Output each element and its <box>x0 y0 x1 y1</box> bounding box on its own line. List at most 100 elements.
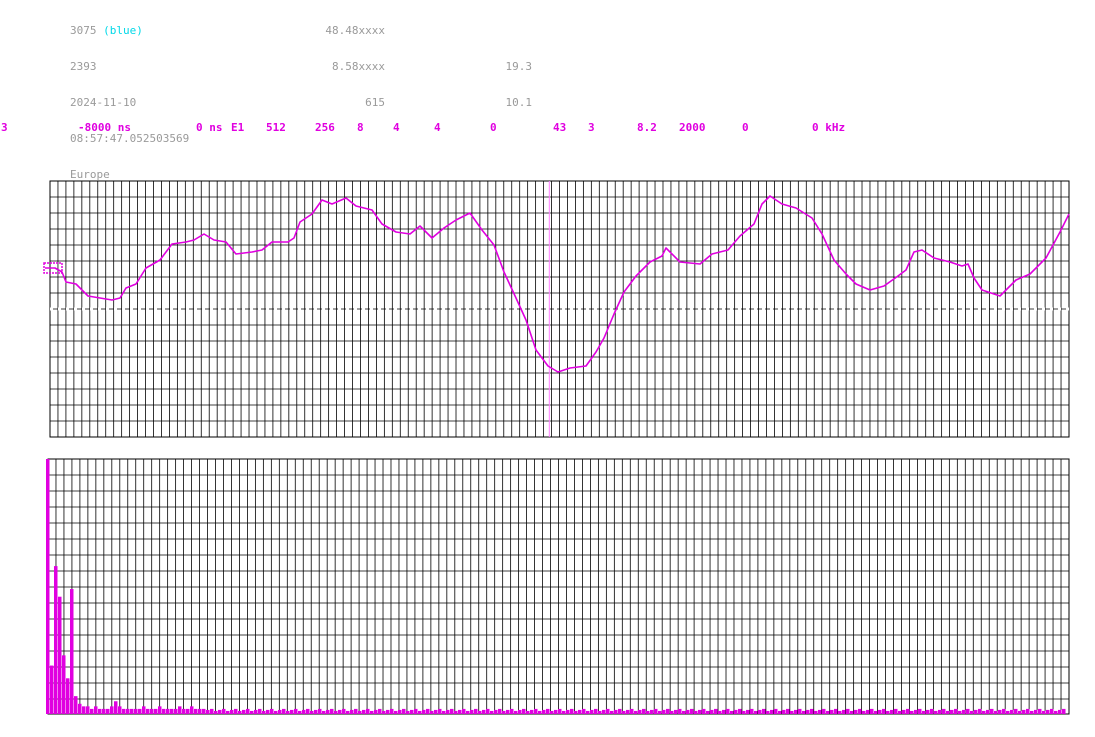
spectrum-bar <box>54 566 58 714</box>
spectrum-bar <box>838 710 842 714</box>
spectrum-bar <box>50 665 54 714</box>
spectrum-bar <box>314 709 318 714</box>
spectrum-bar <box>294 708 298 714</box>
spectrum-bar <box>426 708 430 714</box>
spectrum-bar <box>242 709 246 714</box>
spectrum-bar <box>722 709 726 714</box>
spectrum-bar <box>1058 709 1062 714</box>
spectrum-bar <box>1046 709 1050 714</box>
spectrum-bar <box>770 709 774 714</box>
spectrum-bar <box>1022 709 1026 714</box>
spectrum-bar <box>202 708 206 714</box>
spectrum-bar <box>1054 710 1058 714</box>
spectrum-bar <box>410 709 414 714</box>
spectrum-bar <box>518 709 522 714</box>
spectrum-bar <box>818 709 822 714</box>
spectrum-bar <box>898 710 902 714</box>
spectrum-bar <box>1042 710 1046 714</box>
spectrum-bar <box>378 708 382 714</box>
spectrum-bar <box>706 710 710 714</box>
spectrum-bar <box>966 708 970 714</box>
spectrum-bar <box>90 708 94 714</box>
spectrum-bar <box>398 709 402 714</box>
spectrum-bar <box>446 709 450 714</box>
spectrum-bar <box>238 710 242 714</box>
spectrum-bar <box>602 709 606 714</box>
spectrum-bar <box>942 708 946 714</box>
spectrum-bar <box>118 706 122 714</box>
spectrum-bar <box>198 708 202 714</box>
spectrum-bar <box>998 709 1002 714</box>
spectrum-bar <box>258 708 262 714</box>
spectrum-bar <box>78 703 82 714</box>
spectrum-bar <box>286 710 290 714</box>
spectrum-bar <box>534 708 538 714</box>
spectrum-bar <box>1062 708 1066 714</box>
spectrum-bar <box>806 709 810 714</box>
spectrum-bar <box>210 708 214 714</box>
spectrum-bar <box>910 710 914 714</box>
spectrum-bar <box>310 710 314 714</box>
spectrum-bar <box>854 709 858 714</box>
spectrum-bar <box>226 710 230 714</box>
spectrum-bar <box>222 708 226 714</box>
spectrum-bar <box>454 710 458 714</box>
spectrum-bar <box>538 710 542 714</box>
spectrum-bar <box>710 709 714 714</box>
spectrum-bar <box>422 709 426 714</box>
spectrum-bar <box>654 708 658 714</box>
spectrum-bar <box>634 710 638 714</box>
spectrum-bar <box>86 706 90 714</box>
spectrum-bar <box>1030 710 1034 714</box>
spectrum-bar <box>758 709 762 714</box>
spectrum-bar <box>182 708 186 714</box>
spectrum-bar <box>782 709 786 714</box>
spectrum-bar <box>630 708 634 714</box>
spectrum-bar <box>102 708 106 714</box>
spectrum-bar <box>550 710 554 714</box>
spectrum-bar <box>514 710 518 714</box>
spectrum-bar <box>1026 708 1030 714</box>
spectrum-bar <box>174 708 178 714</box>
spectrum-bar <box>734 709 738 714</box>
spectrum-bar <box>306 708 310 714</box>
spectrum-bar <box>746 709 750 714</box>
spectrum-bar <box>466 710 470 714</box>
spectrum-bar <box>790 710 794 714</box>
spectrum-bar <box>526 710 530 714</box>
spectrum-bar <box>194 708 198 714</box>
spectrum-bar <box>266 709 270 714</box>
spectrum-bar <box>394 710 398 714</box>
spectrum-bar <box>342 708 346 714</box>
spectrum-bar <box>890 709 894 714</box>
spectrum-bar <box>458 709 462 714</box>
spectrum-bar <box>438 708 442 714</box>
spectrum-bar <box>522 708 526 714</box>
spectrum-bar <box>474 708 478 714</box>
spectrum-bar <box>418 710 422 714</box>
spectrum-bar <box>578 709 582 714</box>
spectrum-bar <box>150 708 154 714</box>
spectrum-bar <box>830 709 834 714</box>
spectrum-bar <box>738 708 742 714</box>
spectrum-bar <box>558 708 562 714</box>
spectrum-bar <box>270 708 274 714</box>
spectrum-bar <box>450 708 454 714</box>
spectrum-bar <box>946 710 950 714</box>
spectrum-bar <box>234 708 238 714</box>
spectrum-bar <box>990 708 994 714</box>
plot-canvas <box>43 180 1070 715</box>
spectrum-bar <box>902 709 906 714</box>
spectrum-bar <box>482 709 486 714</box>
spectrum-bar <box>958 710 962 714</box>
spectrum-bar <box>338 709 342 714</box>
spectrum-bar <box>134 708 138 714</box>
spectrum-bar <box>74 696 78 714</box>
spectrum-bar <box>774 708 778 714</box>
spectrum-bar <box>350 709 354 714</box>
spectrum-bar <box>926 709 930 714</box>
spectrum-bar <box>638 709 642 714</box>
spectrum-bar <box>594 708 598 714</box>
spectrum-bar <box>94 706 98 714</box>
spectrum-bar <box>326 709 330 714</box>
